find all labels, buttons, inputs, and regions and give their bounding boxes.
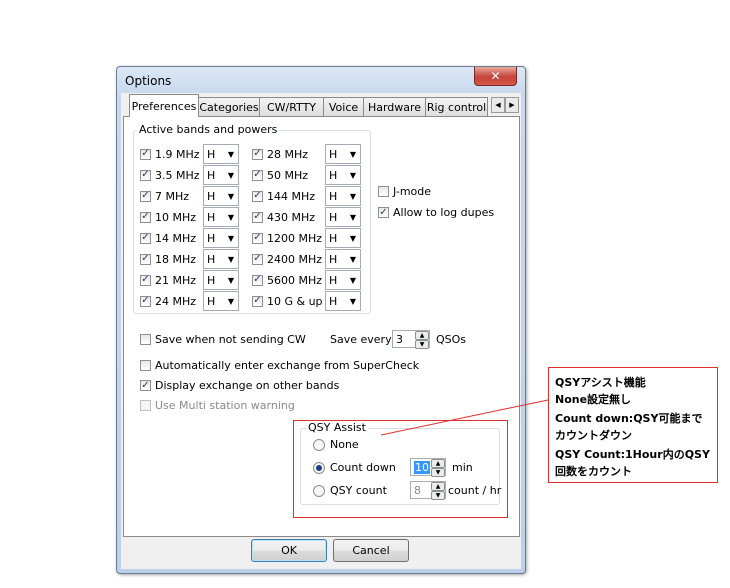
annotation-lines: QSYアシスト機能 None設定無し Count down:QSY可能まで カウントダ… xyxy=(555,374,710,482)
annotation-line: None設定無し xyxy=(555,393,632,406)
tab-preferences[interactable]: Preferences xyxy=(129,94,199,117)
annotation-line: QSY Count:1Hour内のQSY xyxy=(555,448,710,461)
annotation-connector xyxy=(380,399,549,436)
annotation-line: カウントダウン xyxy=(555,429,632,442)
annotation-line: Count down:QSY可能まで xyxy=(555,412,703,425)
annotation-line: 回数をカウント xyxy=(555,465,632,478)
annotation-connector-line xyxy=(380,399,549,436)
annotation-line: QSYアシスト機能 xyxy=(555,376,646,389)
annotation-note: QSYアシスト機能 None設定無し Count down:QSY可能まで カウントダ… xyxy=(548,367,718,483)
